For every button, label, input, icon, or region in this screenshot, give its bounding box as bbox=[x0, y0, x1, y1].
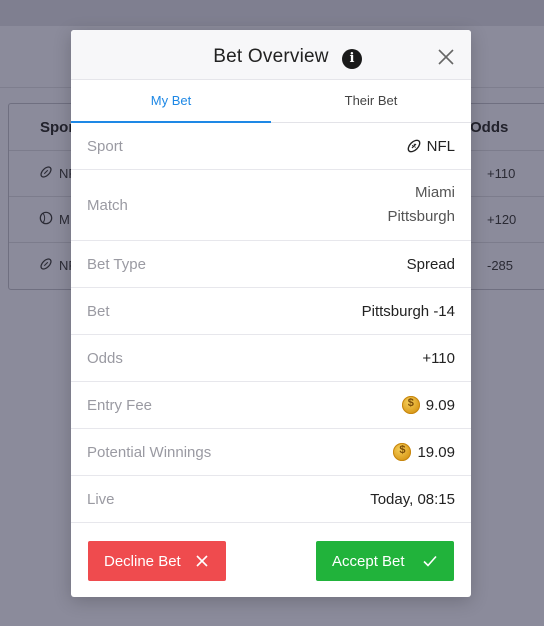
background-row-odds: -285 bbox=[487, 258, 514, 273]
background-row-sport: M bbox=[59, 212, 70, 227]
potential-winnings-value-wrap: 19.09 bbox=[393, 429, 455, 475]
modal-title: Bet Overview bbox=[213, 46, 329, 67]
odds-label: Odds bbox=[87, 349, 123, 367]
background-topbar bbox=[0, 0, 544, 26]
live-value: Today, 08:15 bbox=[370, 490, 455, 508]
sport-value: NFL bbox=[426, 137, 455, 155]
tab-my-bet[interactable]: My Bet bbox=[71, 80, 271, 122]
close-icon[interactable] bbox=[437, 48, 455, 66]
odds-value: +110 bbox=[422, 349, 455, 367]
sport-label: Sport bbox=[87, 137, 123, 155]
match-team1: Miami bbox=[415, 184, 455, 201]
check-icon bbox=[423, 555, 437, 567]
modal-header: Bet Overview i bbox=[71, 30, 471, 80]
detail-row-bet-type: Bet Type Spread bbox=[71, 241, 471, 288]
match-label: Match bbox=[87, 196, 128, 214]
entry-fee-label: Entry Fee bbox=[87, 396, 153, 414]
background-col-odds: Odds bbox=[470, 119, 509, 136]
sport-value-wrap: NFL bbox=[406, 123, 455, 169]
modal-footer: Decline Bet Accept Bet bbox=[71, 525, 471, 597]
coin-icon bbox=[393, 443, 412, 461]
background-row-odds: +110 bbox=[487, 166, 516, 181]
entry-fee-value: 9.09 bbox=[425, 396, 455, 414]
accept-bet-label: Accept Bet bbox=[332, 552, 405, 570]
background-row-odds: +120 bbox=[487, 212, 517, 227]
tab-their-bet[interactable]: Their Bet bbox=[271, 80, 471, 122]
potential-winnings-value: 19.09 bbox=[417, 443, 455, 461]
info-icon[interactable]: i bbox=[342, 49, 362, 69]
entry-fee-value-wrap: 9.09 bbox=[401, 382, 455, 428]
football-icon bbox=[40, 166, 52, 178]
detail-row-entry-fee: Entry Fee 9.09 bbox=[71, 382, 471, 429]
bet-label: Bet bbox=[87, 302, 110, 320]
detail-row-bet: Bet Pittsburgh -14 bbox=[71, 288, 471, 335]
detail-row-potential-winnings: Potential Winnings 19.09 bbox=[71, 429, 471, 476]
bet-type-value: Spread bbox=[406, 255, 455, 273]
bet-tabs: My Bet Their Bet bbox=[71, 80, 471, 123]
decline-bet-button[interactable]: Decline Bet bbox=[88, 541, 226, 581]
coin-icon bbox=[401, 396, 420, 414]
detail-row-match: Match Miami Pittsburgh bbox=[71, 170, 471, 241]
bet-value: Pittsburgh -14 bbox=[361, 302, 455, 320]
potential-winnings-label: Potential Winnings bbox=[87, 443, 212, 461]
baseball-icon bbox=[39, 211, 53, 225]
match-team2: Pittsburgh bbox=[387, 208, 455, 225]
detail-row-odds: Odds +110 bbox=[71, 335, 471, 382]
bet-overview-modal: Bet Overview i My Bet Their Bet Sport NF… bbox=[71, 30, 471, 597]
detail-row-live: Live Today, 08:15 bbox=[71, 476, 471, 523]
match-value-wrap: Miami Pittsburgh bbox=[387, 170, 455, 240]
bet-details: Sport NFL Match Miami Pittsburgh Bet Typ… bbox=[71, 123, 471, 523]
football-icon bbox=[407, 139, 421, 153]
close-icon bbox=[196, 555, 208, 567]
decline-bet-label: Decline Bet bbox=[104, 552, 181, 570]
detail-row-sport: Sport NFL bbox=[71, 123, 471, 170]
bet-type-label: Bet Type bbox=[87, 255, 146, 273]
live-label: Live bbox=[87, 490, 115, 508]
accept-bet-button[interactable]: Accept Bet bbox=[316, 541, 454, 581]
football-icon bbox=[40, 258, 52, 270]
